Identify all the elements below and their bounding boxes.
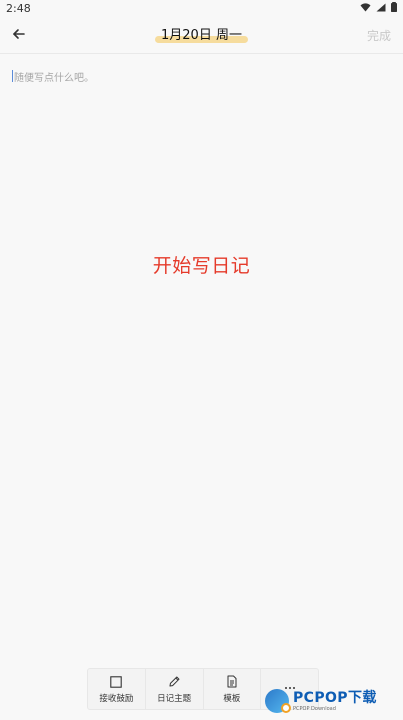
- top-bar: 1月20日 周一 完成: [0, 16, 403, 54]
- date-title[interactable]: 1月20日 周一: [155, 27, 248, 45]
- tool-diary-theme[interactable]: 日记主题: [146, 669, 204, 709]
- signal-icon: [376, 2, 386, 15]
- pencil-icon: [167, 675, 181, 689]
- tool-receive-encouragement[interactable]: 接收鼓励: [88, 669, 146, 709]
- status-bar: 2:48: [0, 0, 403, 16]
- status-time: 2:48: [6, 1, 31, 15]
- tool-label: 模板: [223, 693, 241, 704]
- battery-icon: [391, 1, 397, 15]
- done-button[interactable]: 完成: [367, 27, 391, 44]
- diary-text-editor[interactable]: 随便写点什么吧。: [12, 66, 391, 86]
- status-icons: [360, 1, 397, 15]
- watermark-title: PCPOP下载: [293, 689, 377, 706]
- editor-placeholder: 随便写点什么吧。: [14, 72, 94, 84]
- checkbox-icon: [109, 675, 123, 689]
- text-cursor: [12, 70, 13, 82]
- pcpop-logo-icon: [265, 689, 291, 713]
- wifi-icon: [360, 2, 371, 15]
- tool-template[interactable]: 模板: [204, 669, 262, 709]
- tool-label: 接收鼓励: [99, 693, 134, 704]
- tool-label: 日记主题: [157, 693, 192, 704]
- watermark-text: PCPOP下载 PCPOP Download: [293, 691, 377, 712]
- pcpop-watermark: PCPOP下载 PCPOP Download: [265, 684, 395, 718]
- document-icon: [225, 675, 239, 689]
- start-writing-label: 开始写日记: [152, 255, 251, 277]
- watermark-subtitle: PCPOP Download: [293, 705, 336, 712]
- date-title-wrapper: 1月20日 周一: [0, 24, 403, 45]
